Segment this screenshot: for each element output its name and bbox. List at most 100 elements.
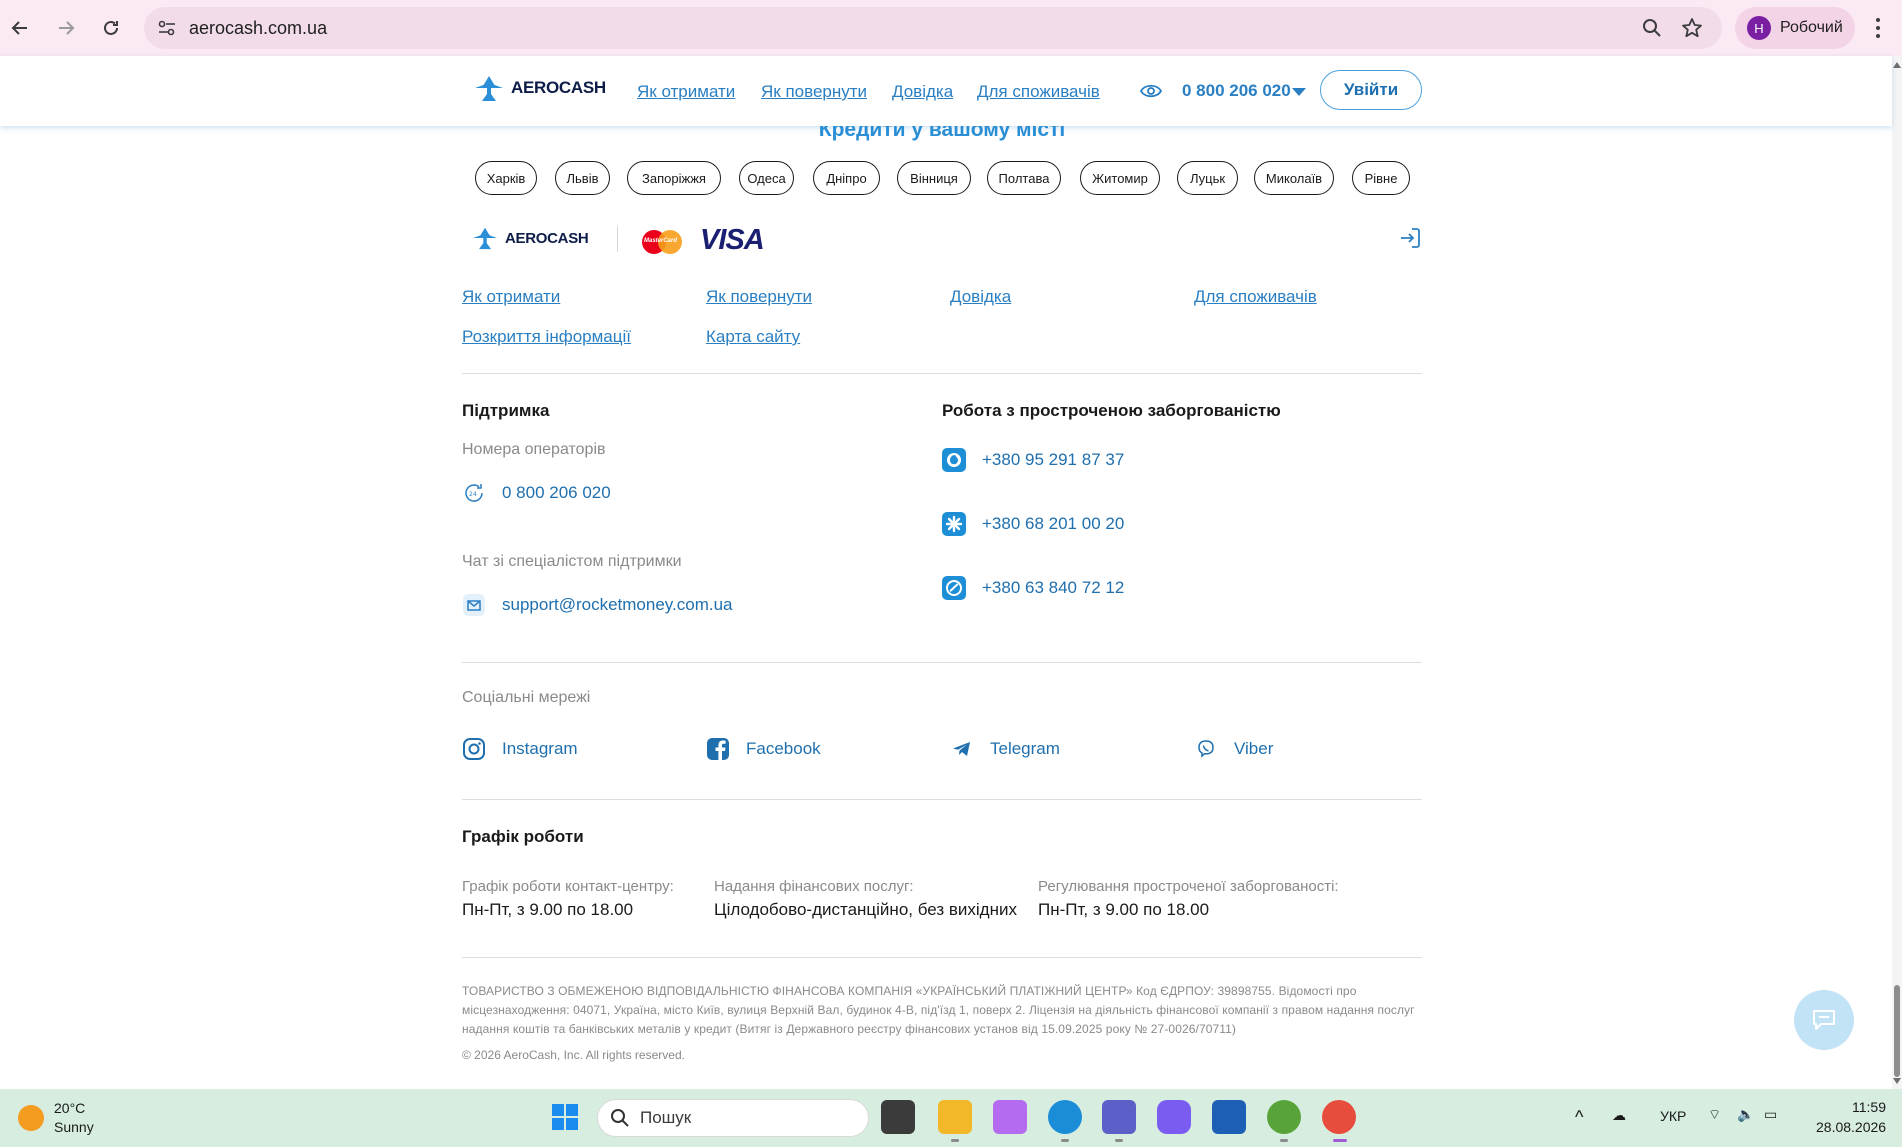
debt-phone-link[interactable]: +380 68 201 00 20 (942, 512, 1124, 536)
clock-date[interactable]: 28.08.2026 (1816, 1119, 1886, 1135)
city-chip[interactable]: Луцьк (1177, 161, 1238, 195)
reload-button[interactable] (95, 12, 127, 44)
footer-link-how-to-return[interactable]: Як повернути (706, 287, 812, 307)
footer-link-how-to-get[interactable]: Як отримати (462, 287, 560, 307)
support-phone-link[interactable]: 24 0 800 206 020 (462, 481, 611, 505)
browser-menu-button[interactable] (1866, 14, 1890, 42)
language-indicator[interactable]: УКР (1660, 1108, 1686, 1124)
windows-logo-icon (552, 1104, 578, 1130)
app-icon[interactable] (1157, 1100, 1191, 1134)
city-chip[interactable]: Миколаїв (1254, 161, 1334, 195)
reload-icon (104, 20, 118, 35)
task-view-icon[interactable] (881, 1100, 915, 1134)
scrollbar[interactable] (1892, 56, 1902, 1089)
social-instagram-link[interactable]: Instagram (462, 737, 578, 761)
sun-icon (18, 1105, 44, 1131)
city-chip[interactable]: Дніпро (813, 161, 880, 195)
arrow-right-icon (59, 21, 75, 35)
footer-link-help[interactable]: Довідка (950, 287, 1011, 307)
scroll-up-icon[interactable] (1893, 62, 1901, 68)
svg-text:24: 24 (469, 491, 477, 498)
support-email-link[interactable]: support@rocketmoney.com.ua (462, 593, 733, 617)
social-name: Telegram (990, 739, 1060, 758)
eye-icon[interactable] (1140, 83, 1162, 99)
instagram-icon (462, 737, 486, 761)
debt-phone: +380 68 201 00 20 (982, 514, 1125, 533)
kyivstar-icon (942, 512, 966, 536)
store-icon[interactable] (1212, 1100, 1246, 1134)
browser-toolbar: aerocash.com.ua Н Робочий (0, 0, 1902, 56)
scroll-down-icon[interactable] (1893, 1078, 1901, 1084)
battery-icon[interactable]: ▭ (1764, 1106, 1777, 1123)
footer-link-sitemap[interactable]: Карта сайту (706, 327, 800, 347)
social-name: Facebook (746, 739, 821, 758)
file-explorer-icon[interactable] (938, 1100, 972, 1134)
windows-taskbar: 20°C Sunny Пошук ^ ☁ УКР ⌔ 🔈 ▭ 11:59 28.… (0, 1089, 1902, 1147)
city-chip[interactable]: Полтава (987, 161, 1061, 195)
onedrive-icon[interactable]: ☁ (1612, 1107, 1626, 1124)
login-button[interactable]: Увійти (1320, 70, 1422, 110)
viber-icon (1194, 737, 1218, 761)
login-icon[interactable] (1398, 226, 1422, 250)
nav-help[interactable]: Довідка (892, 82, 953, 102)
taskbar-search[interactable]: Пошук (597, 1099, 869, 1137)
schedule-value: Пн-Пт, з 9.00 по 18.00 (462, 900, 634, 919)
visa-logo: VISA (700, 224, 765, 256)
debt-phone-link[interactable]: +380 95 291 87 37 (942, 448, 1124, 472)
debt-title: Робота з простроченою заборгованістю (942, 401, 1281, 420)
edge-icon[interactable] (1048, 1100, 1082, 1134)
nav-how-to-get[interactable]: Як отримати (637, 82, 735, 102)
divider (462, 662, 1422, 663)
address-bar[interactable]: aerocash.com.ua (144, 7, 1722, 49)
clock-time[interactable]: 11:59 (1852, 1099, 1886, 1115)
legal-text: ТОВАРИСТВО З ОБМЕЖЕНОЮ ВІДПОВІДАЛЬНІСТЮ … (462, 984, 1415, 1036)
chrome-icon[interactable] (1322, 1100, 1356, 1134)
chevron-down-icon[interactable] (1292, 88, 1306, 96)
support-email: support@rocketmoney.com.ua (502, 595, 733, 614)
scrollbar-thumb[interactable] (1894, 985, 1900, 1077)
profile-chip[interactable]: Н Робочий (1735, 7, 1855, 49)
wifi-icon[interactable]: ⌔ (1708, 1106, 1721, 1124)
mail-icon (462, 593, 486, 617)
city-chip[interactable]: Львів (555, 161, 610, 195)
city-chip[interactable]: Вінниця (897, 161, 971, 195)
support-title: Підтримка (462, 401, 550, 420)
debt-phone-link[interactable]: +380 63 840 72 12 (942, 576, 1124, 600)
weather-widget[interactable]: 20°C Sunny (18, 1099, 94, 1137)
city-chip[interactable]: Одеса (739, 161, 794, 195)
phone-24-icon: 24 (462, 481, 486, 505)
back-button[interactable] (4, 12, 36, 44)
avatar: Н (1747, 16, 1771, 40)
forward-button[interactable] (50, 12, 82, 44)
nav-how-to-return[interactable]: Як повернути (761, 82, 867, 102)
city-chip[interactable]: Житомир (1080, 161, 1160, 195)
chat-button[interactable] (1794, 990, 1854, 1050)
footer-logo[interactable]: AEROCASH (471, 226, 589, 250)
volume-icon[interactable]: 🔈 (1737, 1106, 1754, 1123)
start-button[interactable] (548, 1100, 582, 1134)
social-telegram-link[interactable]: Telegram (950, 737, 1060, 761)
copilot-icon[interactable] (993, 1100, 1027, 1134)
header-logo[interactable]: AEROCASH (473, 74, 606, 102)
schedule-label: Надання фінансових послуг: (714, 878, 914, 895)
teams-icon[interactable] (1102, 1100, 1136, 1134)
social-viber-link[interactable]: Viber (1194, 737, 1273, 761)
social-label: Соціальні мережі (462, 689, 591, 706)
city-chip[interactable]: Рівне (1352, 161, 1410, 195)
zoom-icon[interactable] (1640, 16, 1664, 40)
footer-link-disclosure[interactable]: Розкриття інформації (462, 327, 631, 347)
city-chip[interactable]: Харків (475, 161, 537, 195)
chevron-up-icon[interactable]: ^ (1575, 1107, 1583, 1128)
city-chip[interactable]: Запоріжжя (627, 161, 721, 195)
page-content: Кредити у вашому місті Харків Львів Запо… (0, 126, 1892, 1089)
social-facebook-link[interactable]: Facebook (706, 737, 821, 761)
telegram-icon (950, 737, 974, 761)
utorrent-icon[interactable] (1267, 1100, 1301, 1134)
nav-for-consumers[interactable]: Для споживачів (977, 82, 1100, 102)
bookmark-star-icon[interactable] (1680, 16, 1704, 40)
url-text[interactable]: aerocash.com.ua (189, 18, 327, 39)
header-phone[interactable]: 0 800 206 020 (1182, 81, 1291, 101)
footer-link-for-consumers[interactable]: Для споживачів (1194, 287, 1317, 307)
site-settings-icon[interactable] (155, 16, 179, 40)
logo-text: AEROCASH (505, 229, 589, 247)
